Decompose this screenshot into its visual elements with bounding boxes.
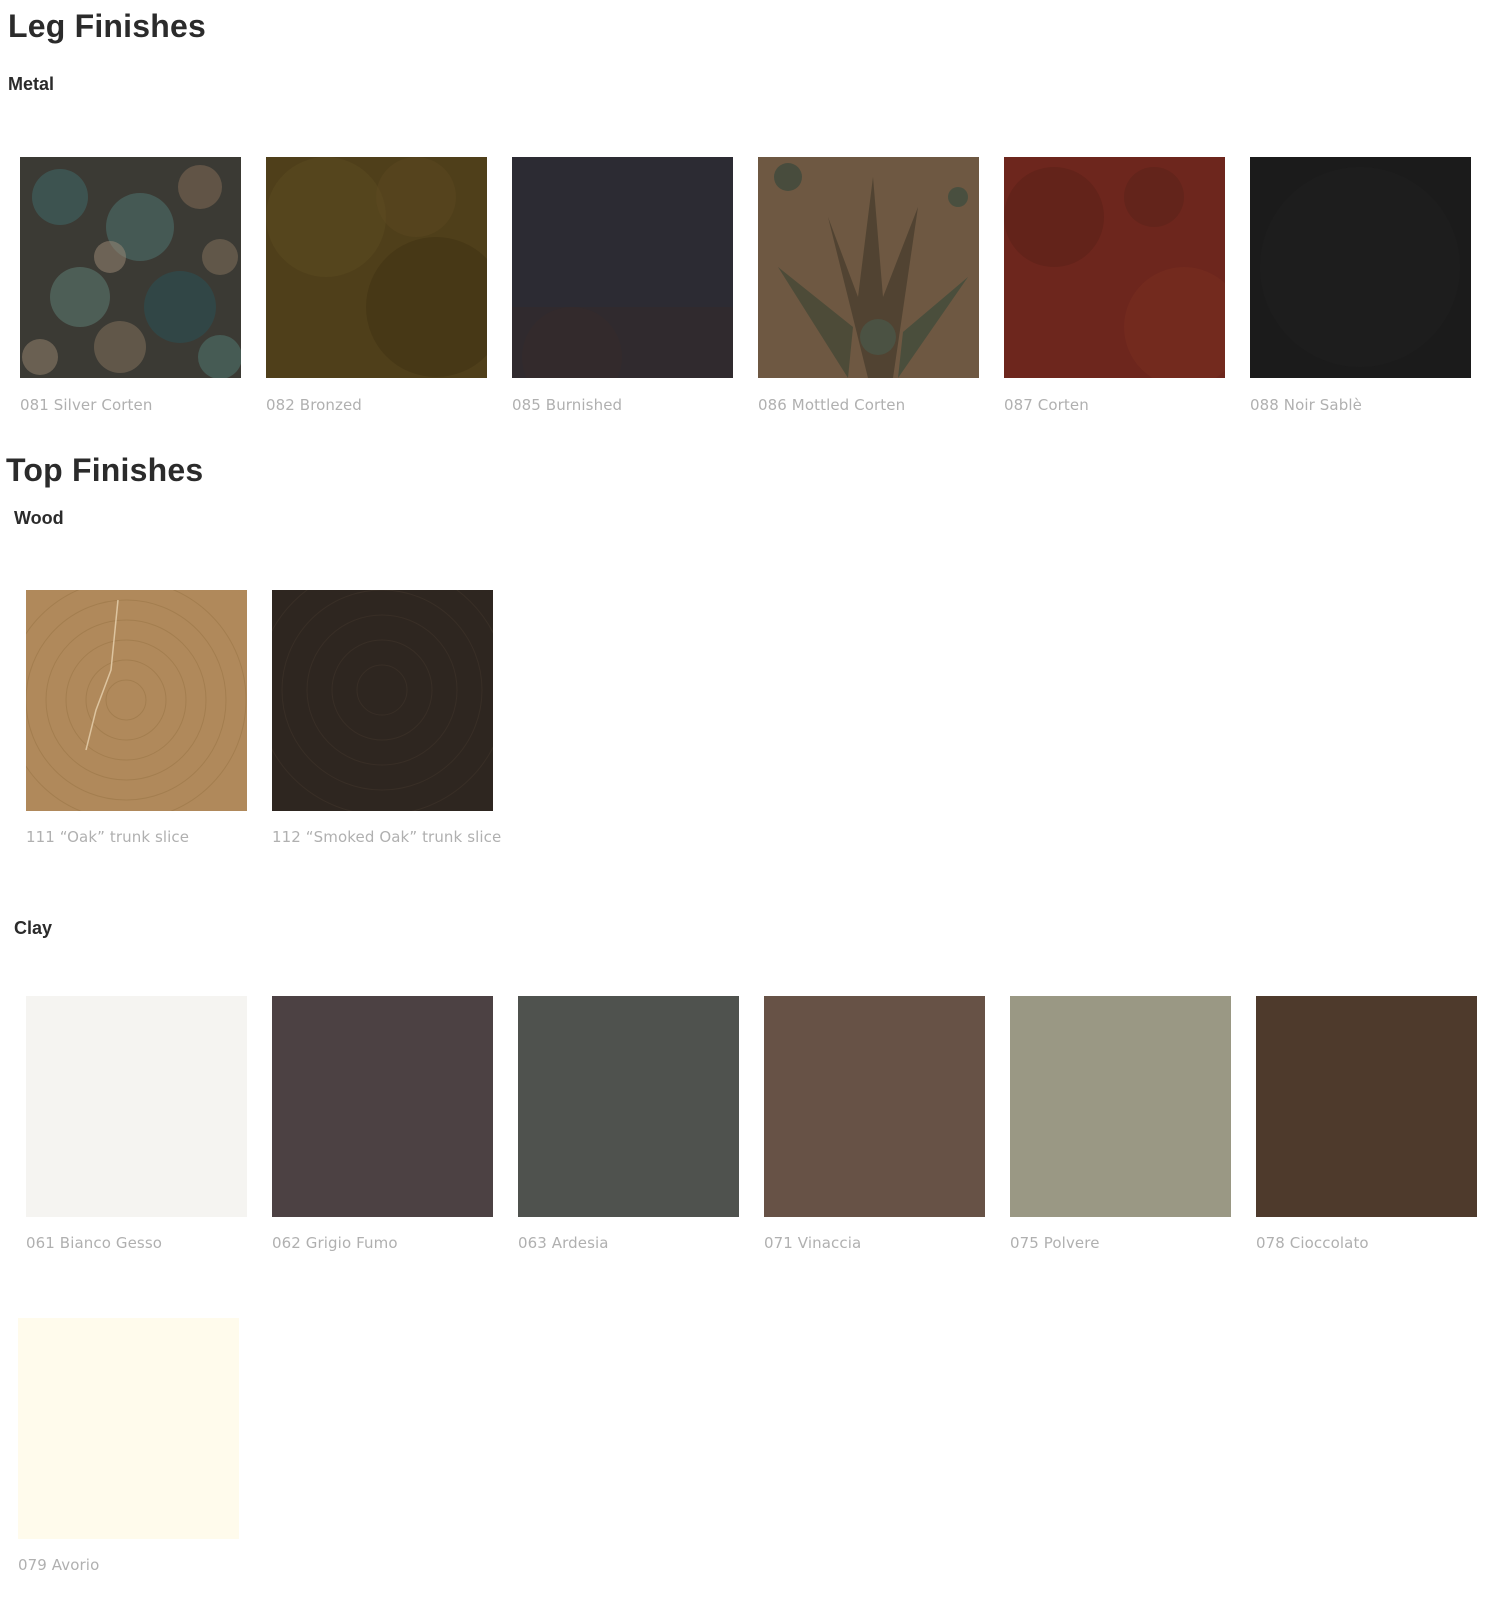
swatch-061-bianco-gesso[interactable] bbox=[26, 996, 247, 1217]
swatch-086-mottled-corten[interactable] bbox=[758, 157, 979, 378]
clay-subheading: Clay bbox=[14, 918, 53, 938]
swatch-label: 111 “Oak” trunk slice bbox=[26, 828, 190, 846]
swatch-label: 071 Vinaccia bbox=[764, 1234, 862, 1252]
vinaccia-texture bbox=[764, 996, 985, 1217]
swatch-label: 062 Grigio Fumo bbox=[272, 1234, 398, 1252]
bianco-gesso-texture bbox=[26, 996, 247, 1217]
swatch-label: 082 Bronzed bbox=[266, 396, 362, 414]
bronzed-texture bbox=[266, 157, 487, 378]
swatch-label: 088 Noir Sablè bbox=[1250, 396, 1362, 414]
swatch-label: 081 Silver Corten bbox=[20, 396, 153, 414]
swatch-label: 075 Polvere bbox=[1010, 1234, 1100, 1252]
swatch-062-grigio-fumo[interactable] bbox=[272, 996, 493, 1217]
noir-sable-texture bbox=[1250, 157, 1471, 378]
swatch-112-smoked-oak-trunk-slice[interactable] bbox=[272, 590, 493, 811]
top-finishes-heading: Top Finishes bbox=[6, 452, 204, 488]
silver-corten-texture bbox=[20, 157, 241, 378]
swatch-082-bronzed[interactable] bbox=[266, 157, 487, 378]
burnished-texture bbox=[512, 157, 733, 378]
avorio-texture bbox=[18, 1318, 239, 1539]
swatch-label: 087 Corten bbox=[1004, 396, 1089, 414]
swatch-111-oak-trunk-slice[interactable] bbox=[26, 590, 247, 811]
swatch-088-noir-sable[interactable] bbox=[1250, 157, 1471, 378]
swatch-label: 085 Burnished bbox=[512, 396, 623, 414]
wood-subheading: Wood bbox=[14, 508, 64, 528]
swatch-079-avorio[interactable] bbox=[18, 1318, 239, 1539]
swatch-075-polvere[interactable] bbox=[1010, 996, 1231, 1217]
swatch-label: 061 Bianco Gesso bbox=[26, 1234, 163, 1252]
mottled-corten-texture bbox=[758, 157, 979, 378]
swatch-063-ardesia[interactable] bbox=[518, 996, 739, 1217]
swatch-071-vinaccia[interactable] bbox=[764, 996, 985, 1217]
smoked-oak-texture bbox=[272, 590, 493, 811]
swatch-078-cioccolato[interactable] bbox=[1256, 996, 1477, 1217]
swatch-085-burnished[interactable] bbox=[512, 157, 733, 378]
swatch-label: 079 Avorio bbox=[18, 1556, 100, 1574]
swatch-label: 086 Mottled Corten bbox=[758, 396, 906, 414]
polvere-texture bbox=[1010, 996, 1231, 1217]
swatch-087-corten[interactable] bbox=[1004, 157, 1225, 378]
corten-texture bbox=[1004, 157, 1225, 378]
oak-texture bbox=[26, 590, 247, 811]
swatch-label: 063 Ardesia bbox=[518, 1234, 609, 1252]
leg-finishes-heading: Leg Finishes bbox=[8, 8, 206, 44]
grigio-fumo-texture bbox=[272, 996, 493, 1217]
metal-subheading: Metal bbox=[8, 74, 55, 94]
swatch-label: 078 Cioccolato bbox=[1256, 1234, 1369, 1252]
swatch-081-silver-corten[interactable] bbox=[20, 157, 241, 378]
ardesia-texture bbox=[518, 996, 739, 1217]
cioccolato-texture bbox=[1256, 996, 1477, 1217]
swatch-label: 112 “Smoked Oak” trunk slice bbox=[272, 828, 502, 846]
